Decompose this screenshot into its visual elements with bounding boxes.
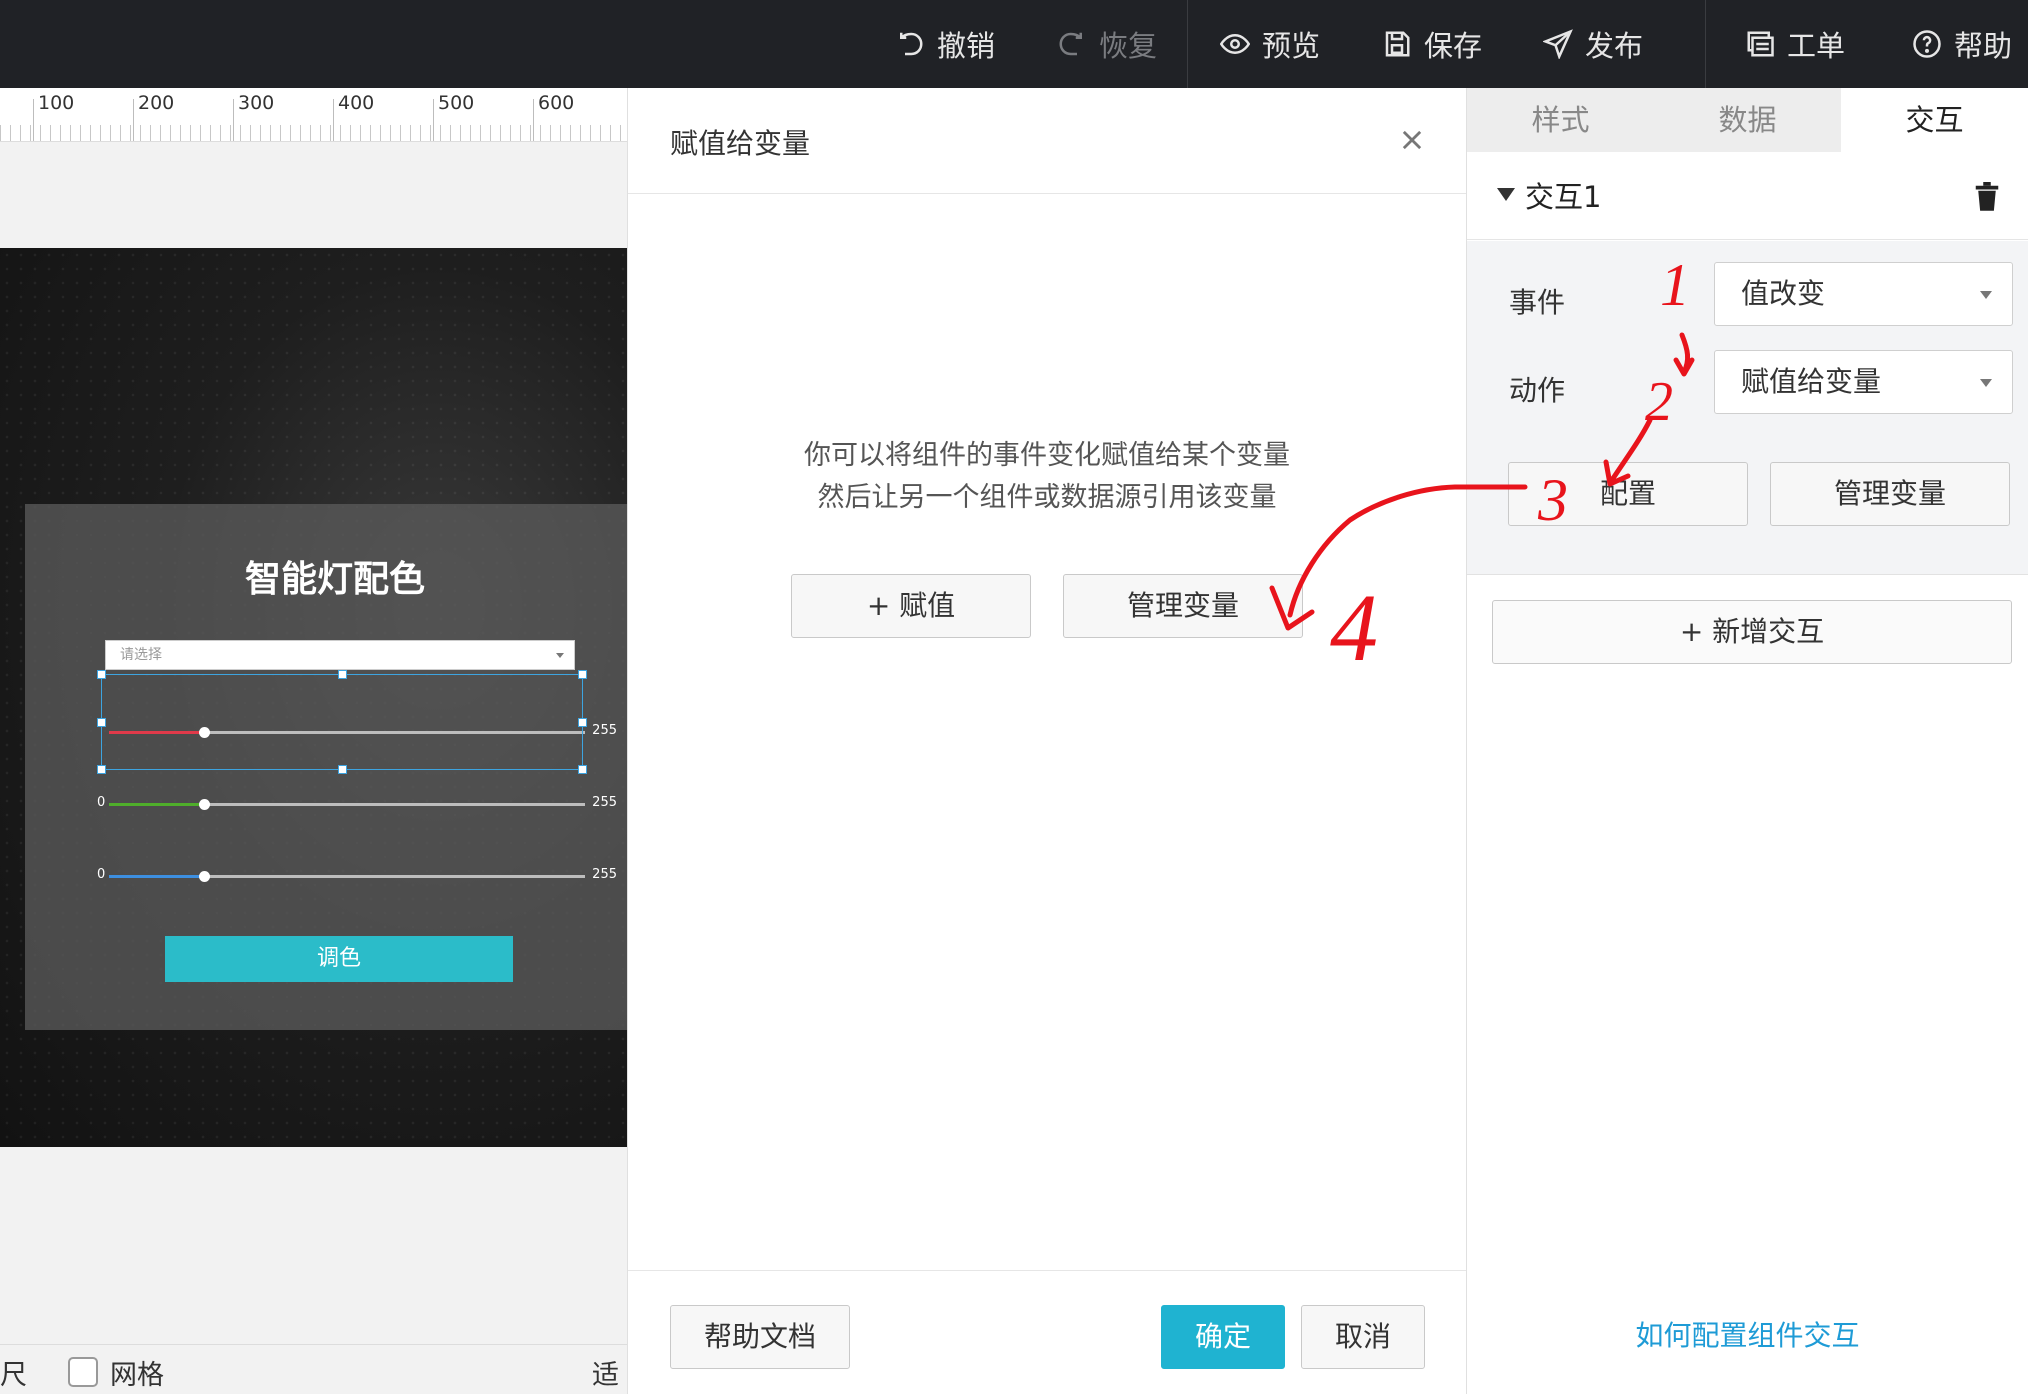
redo-button[interactable]: 恢复	[1057, 0, 1157, 88]
cancel-button[interactable]: 取消	[1301, 1305, 1425, 1369]
color-widget[interactable]: 智能灯配色 请选择 255 0 255 0 255 调色	[25, 504, 627, 1030]
grid-checkbox[interactable]	[68, 1357, 98, 1387]
tab-data[interactable]: 数据	[1654, 88, 1841, 152]
ruler-mark: 300	[238, 92, 275, 114]
preview-button[interactable]: 预览	[1220, 0, 1320, 88]
panel-tabs: 样式 数据 交互	[1467, 88, 2028, 152]
action-label: 动作	[1509, 374, 1566, 407]
redo-icon	[1059, 32, 1082, 56]
slider-max: 255	[592, 867, 617, 882]
tint-button[interactable]: 调色	[165, 936, 513, 982]
publish-label: 发布	[1585, 29, 1644, 63]
undo-label: 撤销	[937, 29, 996, 63]
collapse-triangle-icon[interactable]	[1497, 188, 1515, 201]
ticket-label: 工单	[1787, 29, 1846, 63]
add-assignment-button[interactable]: + 赋值	[791, 574, 1031, 638]
save-label: 保存	[1424, 29, 1483, 63]
top-toolbar: 撤销 恢复 预览 保存 发布 工单 帮助	[0, 0, 2028, 88]
color-select[interactable]: 请选择	[105, 640, 575, 670]
selection-frame	[97, 670, 587, 774]
add-interaction-button[interactable]: + 新增交互	[1492, 600, 2012, 664]
dialog-header: 赋值给变量	[628, 88, 1466, 194]
slider-max: 255	[592, 723, 617, 738]
resize-handle[interactable]	[338, 765, 347, 774]
preview-label: 预览	[1262, 29, 1321, 63]
event-value: 值改变	[1741, 277, 1826, 310]
send-icon	[1543, 29, 1573, 59]
description-line: 你可以将组件的事件变化赋值给某个变量	[804, 440, 1290, 471]
resize-handle[interactable]	[578, 765, 587, 774]
ruler-mark: 200	[138, 92, 175, 114]
assign-variable-dialog: 赋值给变量 你可以将组件的事件变化赋值给某个变量 然后让另一个组件或数据源引用该…	[627, 88, 1467, 1394]
widget-title: 智能灯配色	[244, 559, 425, 600]
dialog-title: 赋值给变量	[670, 127, 811, 160]
help-circle-icon	[1913, 30, 1941, 58]
action-value: 赋值给变量	[1741, 365, 1882, 398]
resize-handle[interactable]	[97, 718, 106, 727]
slider-min: 0	[97, 795, 106, 810]
undo-icon	[900, 32, 923, 56]
slider-max: 255	[592, 795, 617, 810]
publish-button[interactable]: 发布	[1543, 0, 1643, 88]
resize-handle[interactable]	[97, 670, 106, 679]
slider-thumb[interactable]	[199, 871, 211, 882]
ticket-icon	[1747, 31, 1774, 57]
resize-handle[interactable]	[578, 718, 587, 727]
blue-slider[interactable]: 0 255	[97, 866, 617, 886]
save-button[interactable]: 保存	[1382, 0, 1482, 88]
help-label: 帮助	[1954, 29, 2013, 63]
tab-interaction[interactable]: 交互	[1841, 88, 2028, 152]
resize-handle[interactable]	[97, 765, 106, 774]
interaction-title: 交互1	[1525, 180, 1602, 214]
slider-thumb[interactable]	[199, 799, 211, 810]
redo-label: 恢复	[1099, 29, 1158, 63]
manage-variables-button[interactable]: 管理变量	[1770, 462, 2010, 526]
event-select[interactable]: 值改变	[1714, 262, 2013, 326]
help-button[interactable]: 帮助	[1912, 0, 2012, 88]
slider-min: 0	[97, 867, 106, 882]
trash-icon[interactable]	[1974, 182, 2000, 212]
save-icon	[1385, 31, 1410, 57]
select-placeholder: 请选择	[120, 647, 162, 663]
caret-down-icon	[1980, 379, 1992, 387]
canvas-bottom-bar: 尺 网格 适合	[0, 1344, 627, 1394]
ruler-toggle-label[interactable]: 尺	[0, 1353, 27, 1392]
dialog-footer: 帮助文档 确定 取消	[628, 1270, 1466, 1394]
caret-down-icon	[556, 653, 564, 658]
action-select[interactable]: 赋值给变量	[1714, 350, 2013, 414]
green-slider[interactable]: 0 255	[97, 794, 617, 814]
manage-variables-button[interactable]: 管理变量	[1063, 574, 1303, 638]
design-canvas[interactable]: 100 200 300 400 500 600 智能灯配色 请选择 255 0 …	[0, 88, 627, 1394]
config-button[interactable]: 配置	[1508, 462, 1748, 526]
event-label: 事件	[1509, 286, 1566, 319]
ruler-mark: 100	[38, 92, 75, 114]
close-icon[interactable]	[1398, 126, 1426, 154]
interaction-header[interactable]: 交互1	[1467, 152, 2028, 240]
resize-handle[interactable]	[578, 670, 587, 679]
help-doc-button[interactable]: 帮助文档	[670, 1305, 850, 1369]
confirm-button[interactable]: 确定	[1161, 1305, 1285, 1369]
resize-handle[interactable]	[338, 670, 347, 679]
horizontal-ruler: 100 200 300 400 500 600	[0, 88, 627, 142]
eye-icon	[1220, 33, 1250, 55]
caret-down-icon	[1980, 291, 1992, 299]
toolbar-divider	[1705, 0, 1706, 88]
ruler-mark: 500	[438, 92, 475, 114]
canvas-stage[interactable]: 智能灯配色 请选择 255 0 255 0 255 调色	[0, 248, 627, 1147]
description-line: 然后让另一个组件或数据源引用该变量	[817, 482, 1277, 513]
ruler-mark: 400	[338, 92, 375, 114]
ruler-mark: 600	[538, 92, 575, 114]
dialog-description: 你可以将组件的事件变化赋值给某个变量 然后让另一个组件或数据源引用该变量	[628, 435, 1466, 519]
undo-button[interactable]: 撤销	[895, 0, 995, 88]
fit-button[interactable]: 适合	[592, 1353, 627, 1394]
ticket-button[interactable]: 工单	[1745, 0, 1845, 88]
interaction-config: 事件 值改变 动作 赋值给变量 配置 管理变量	[1467, 241, 2028, 575]
help-link[interactable]: 如何配置组件交互	[1467, 1314, 2028, 1354]
grid-label: 网格	[110, 1360, 164, 1391]
toolbar-divider	[1187, 0, 1188, 88]
properties-panel: 样式 数据 交互 交互1 事件 值改变 动作 赋值给变量 配置 管理变量 + 新…	[1467, 88, 2028, 1394]
tab-style[interactable]: 样式	[1467, 88, 1654, 152]
